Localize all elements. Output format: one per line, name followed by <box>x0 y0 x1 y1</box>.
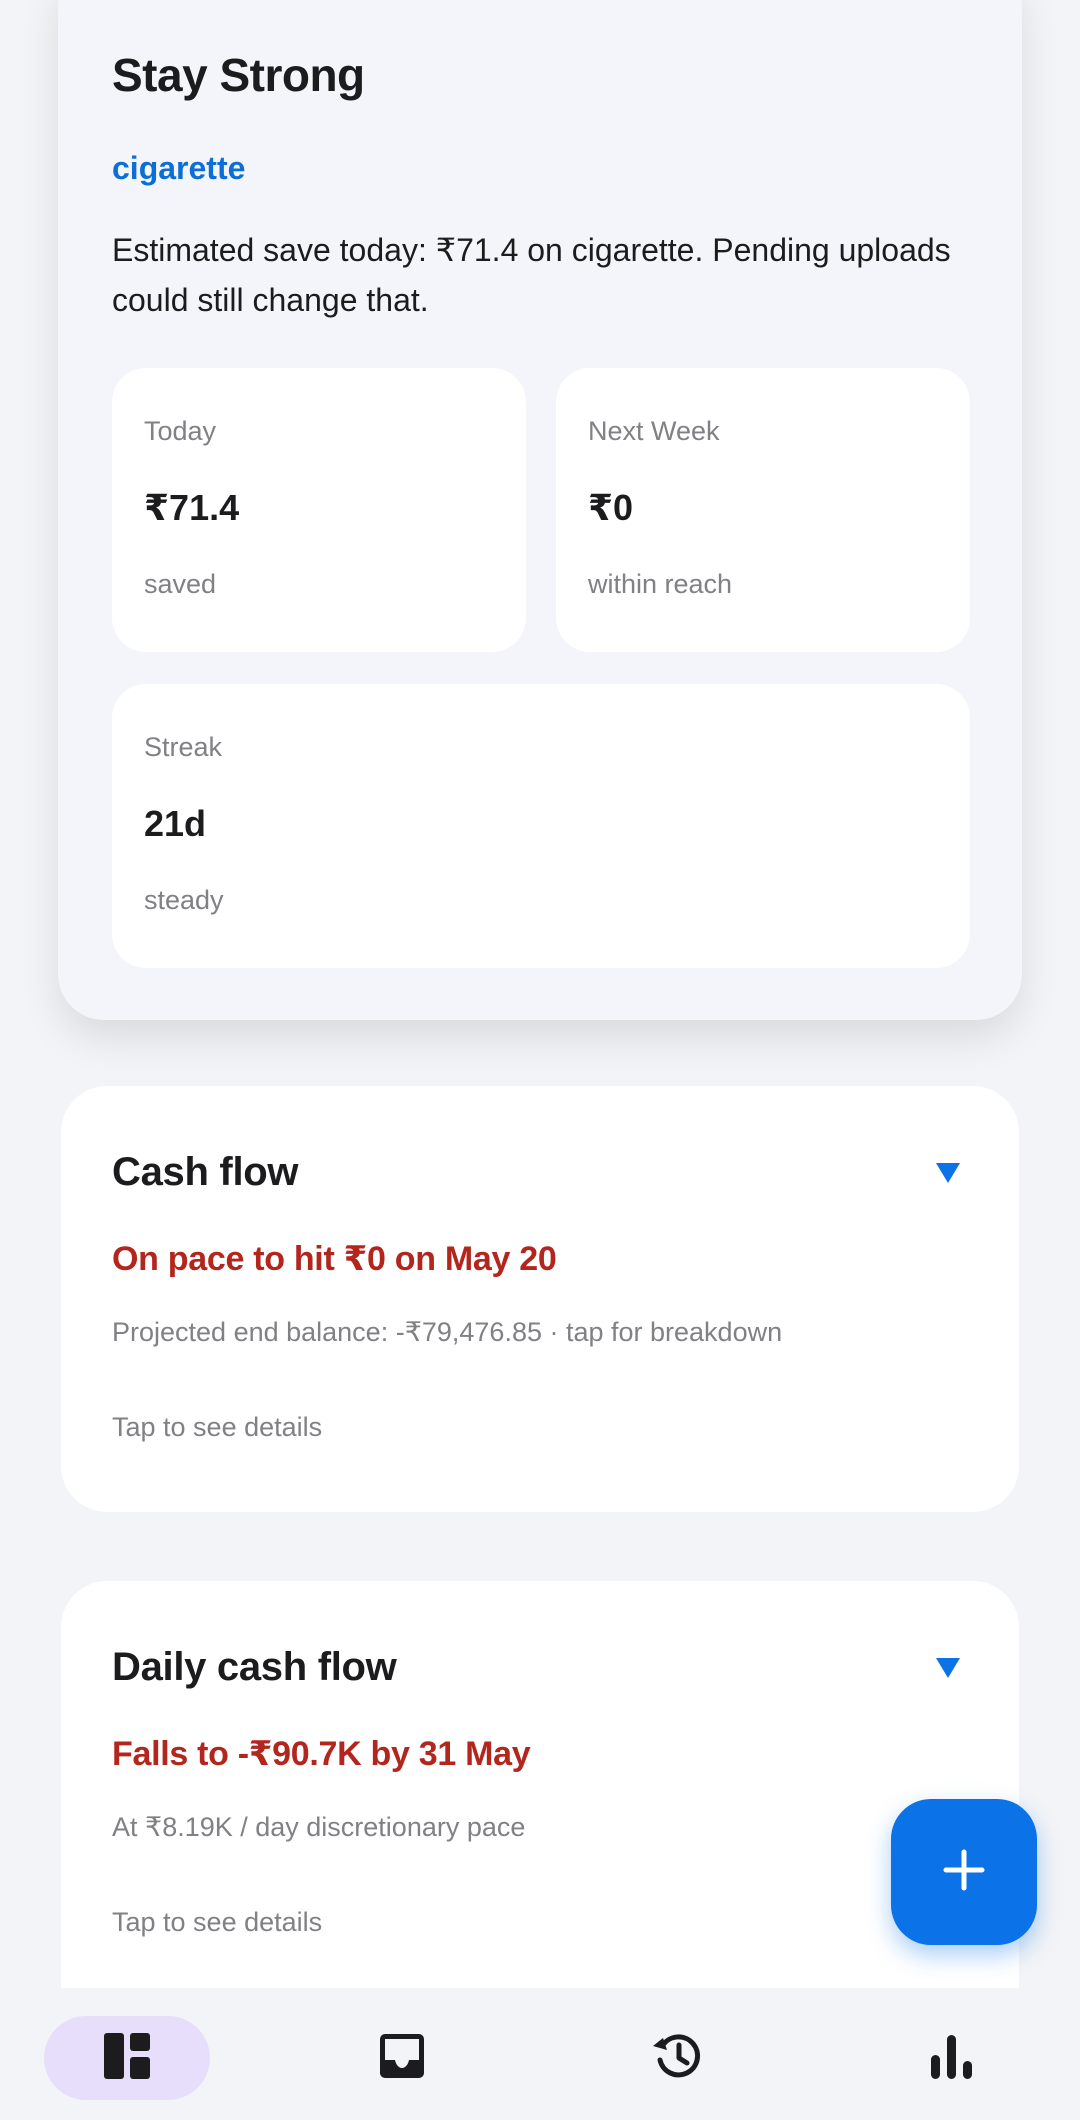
card-header: Daily cash flow <box>112 1645 968 1690</box>
app-screen: Stay Strong cigarette Estimated save tod… <box>0 0 1080 2120</box>
habit-name-link[interactable]: cigarette <box>112 150 968 187</box>
stay-strong-title: Stay Strong <box>112 49 365 101</box>
chevron-down-icon[interactable] <box>928 1648 968 1688</box>
daily-cash-flow-hint: Tap to see details <box>112 1907 323 1937</box>
cash-flow-title: Cash flow <box>112 1150 299 1194</box>
stat-note: steady <box>144 885 224 915</box>
daily-cash-flow-alert: Falls to -₹90.7K by 31 May <box>112 1735 531 1773</box>
bottom-nav <box>0 1988 1080 2120</box>
dashboard-icon <box>102 2031 152 2086</box>
stat-today[interactable]: Today ₹71.4 saved <box>112 368 526 652</box>
savings-message: Estimated save today: ₹71.4 on cigarette… <box>112 232 951 318</box>
nav-item-stats[interactable] <box>896 2016 1008 2100</box>
daily-cash-flow-card[interactable]: Daily cash flow Falls to -₹90.7K by 31 M… <box>61 1581 1019 2041</box>
stat-label: Today <box>144 416 217 446</box>
cash-flow-alert: On pace to hit ₹0 on May 20 <box>112 1240 557 1278</box>
stat-streak[interactable]: Streak 21d steady <box>112 684 970 968</box>
bar-chart-icon <box>927 2031 977 2086</box>
nav-item-history[interactable] <box>622 2016 734 2100</box>
stat-next-week[interactable]: Next Week ₹0 within reach <box>556 368 970 652</box>
nav-item-inbox[interactable] <box>346 2016 458 2100</box>
stat-value: ₹0 <box>588 487 634 528</box>
stat-value: 21d <box>144 803 207 844</box>
plus-icon <box>942 1848 986 1897</box>
nav-item-dashboard[interactable] <box>44 2016 210 2100</box>
stay-strong-card[interactable]: Stay Strong cigarette Estimated save tod… <box>58 0 1022 1020</box>
cash-flow-card[interactable]: Cash flow On pace to hit ₹0 on May 20 Pr… <box>61 1086 1019 1512</box>
inbox-icon <box>377 2031 427 2086</box>
cash-flow-description: Projected end balance: -₹79,476.85 · tap… <box>112 1317 783 1347</box>
chevron-down-icon[interactable] <box>928 1153 968 1193</box>
daily-cash-flow-title: Daily cash flow <box>112 1645 397 1689</box>
stat-note: within reach <box>588 569 733 599</box>
stat-label: Next Week <box>588 416 720 446</box>
stat-note: saved <box>144 569 217 599</box>
add-button[interactable] <box>891 1799 1037 1945</box>
stat-label: Streak <box>144 732 223 762</box>
history-icon <box>651 2029 705 2088</box>
stat-value: ₹71.4 <box>144 487 240 528</box>
daily-cash-flow-description: At ₹8.19K / day discretionary pace <box>112 1812 526 1842</box>
cash-flow-hint: Tap to see details <box>112 1412 323 1442</box>
card-header: Cash flow <box>112 1150 968 1195</box>
